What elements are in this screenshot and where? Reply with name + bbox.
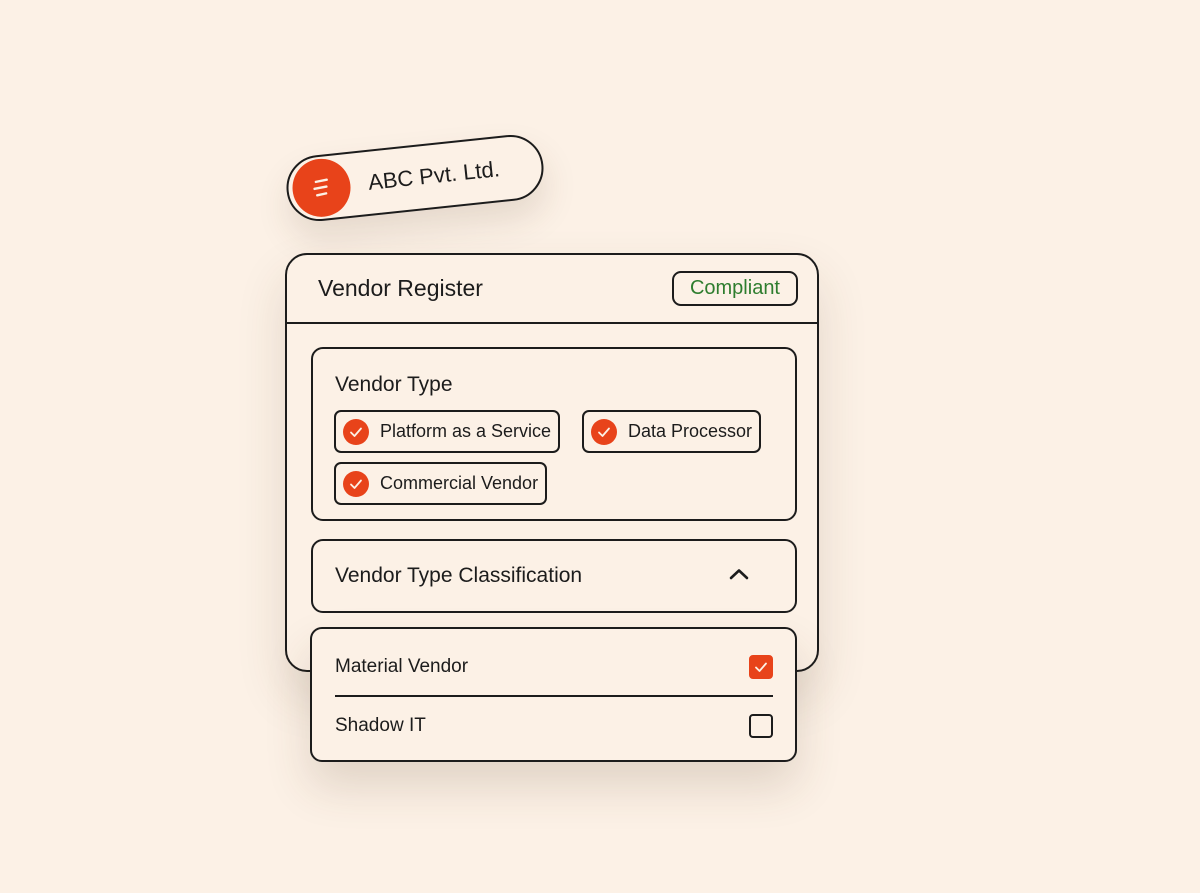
- company-name: ABC Pvt. Ltd.: [366, 156, 501, 195]
- panel-title: Vendor Register: [318, 275, 483, 301]
- panel-header: Vendor Register Compliant: [287, 255, 817, 324]
- chip-label: Platform as a Service: [380, 421, 552, 441]
- status-badge: Compliant: [671, 271, 798, 306]
- chip-label: Commercial Vendor: [380, 473, 539, 493]
- classification-options-dropdown: Material Vendor Shadow IT: [310, 627, 797, 762]
- option-shadow-it[interactable]: Shadow IT: [335, 697, 773, 754]
- vendor-type-classification-toggle[interactable]: Vendor Type Classification: [311, 539, 797, 613]
- option-label: Shadow IT: [335, 714, 426, 736]
- menu-lines-icon: [289, 155, 354, 220]
- option-material-vendor[interactable]: Material Vendor: [335, 638, 773, 695]
- chip-commercial-vendor[interactable]: Commercial Vendor: [334, 462, 548, 505]
- check-circle-icon: [343, 418, 369, 445]
- company-selector[interactable]: ABC Pvt. Ltd.: [283, 131, 547, 225]
- chip-platform-as-a-service[interactable]: Platform as a Service: [334, 410, 561, 453]
- check-circle-icon: [343, 470, 369, 497]
- vendor-type-title: Vendor Type: [335, 373, 453, 396]
- checkbox-unchecked[interactable]: [749, 713, 773, 738]
- checkbox-checked[interactable]: [749, 654, 773, 679]
- vendor-type-section: Vendor Type Platform as a Service Data P…: [311, 347, 797, 521]
- chip-data-processor[interactable]: Data Processor: [582, 410, 762, 453]
- chevron-up-icon[interactable]: [729, 567, 749, 585]
- option-label: Material Vendor: [335, 655, 469, 677]
- chip-label: Data Processor: [628, 421, 753, 441]
- classification-label: Vendor Type Classification: [335, 564, 583, 587]
- check-circle-icon: [591, 418, 617, 445]
- vendor-register-panel: Vendor Register Compliant Vendor Type Pl…: [285, 253, 819, 672]
